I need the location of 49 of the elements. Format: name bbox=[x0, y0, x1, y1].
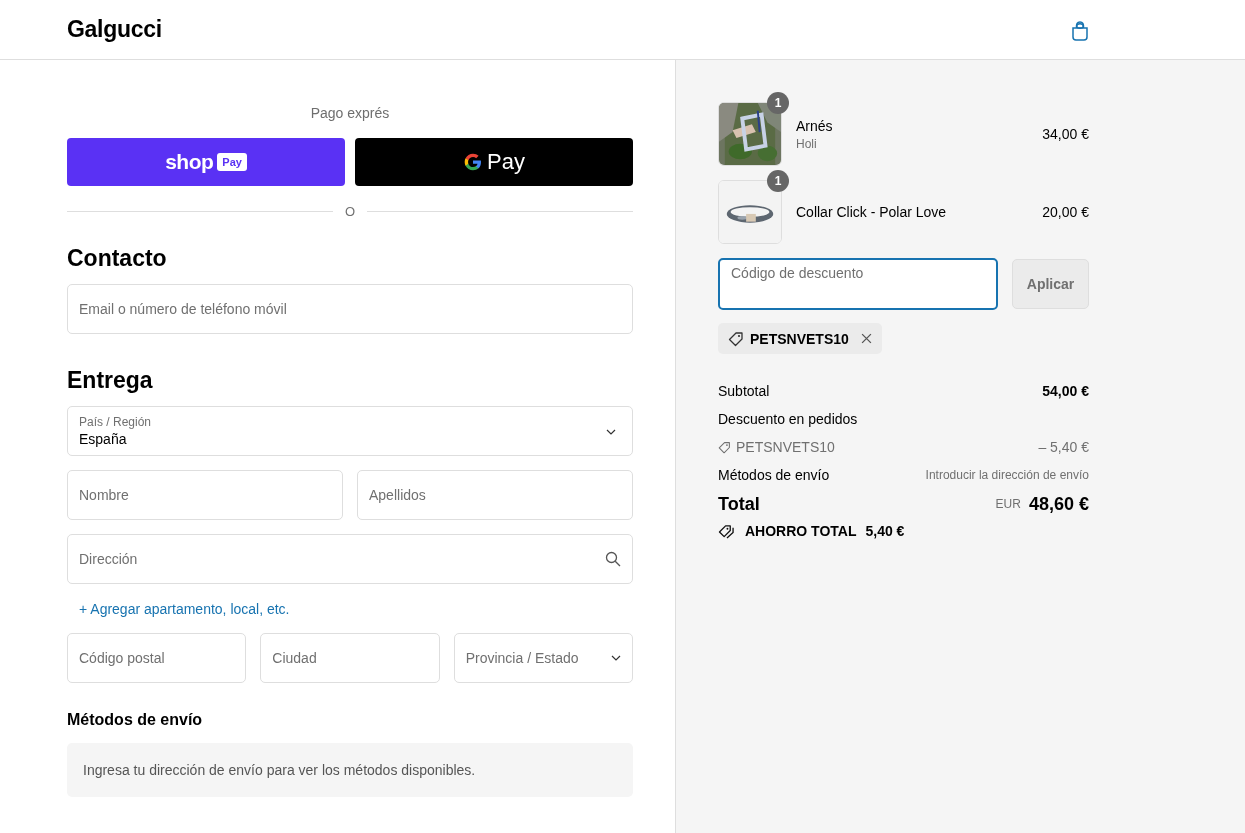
text-field[interactable]: Apellidos bbox=[357, 470, 633, 520]
summary-value: Introducir la dirección de envío bbox=[925, 468, 1089, 482]
discount-code: PETSNVETS10 bbox=[750, 330, 849, 347]
email-field[interactable]: Email o número de teléfono móvil bbox=[67, 284, 633, 334]
summary-value: 54,00 € bbox=[1042, 383, 1089, 399]
section-heading: Contacto bbox=[67, 245, 168, 272]
currency-code: EUR bbox=[995, 497, 1021, 511]
tag-icon bbox=[718, 440, 731, 454]
chevron-down-icon bbox=[606, 429, 616, 435]
summary-label: PETSNVETS10 bbox=[736, 439, 835, 455]
product-name: Collar Click - Polar Love bbox=[796, 204, 948, 220]
express-checkout-title: Pago exprés bbox=[309, 105, 391, 123]
quantity-badge: 1 bbox=[767, 170, 789, 192]
text-field[interactable]: Ciudad bbox=[260, 633, 440, 683]
total-amount: 48,60 € bbox=[1028, 493, 1089, 515]
total-savings-amount: 5,40 € bbox=[865, 523, 905, 539]
quantity-badge: 1 bbox=[767, 92, 789, 114]
product-variant: Holi bbox=[796, 136, 818, 151]
store-logo[interactable]: Galgucci bbox=[67, 16, 162, 43]
shipping-notice: Ingresa tu dirección de envío para ver los métodos disponibles. bbox=[67, 743, 633, 797]
close-icon[interactable] bbox=[860, 333, 872, 344]
add-address-line-link[interactable]: + Agregar apartamento, local, etc. bbox=[79, 601, 290, 617]
total-savings-label: AHORRO TOTAL bbox=[745, 523, 857, 539]
product-price: 20,00 € bbox=[1042, 204, 1089, 220]
country-select[interactable]: País / Región España bbox=[67, 406, 633, 456]
product-price: 34,00 € bbox=[1042, 126, 1089, 142]
text-field[interactable]: Código postal bbox=[67, 633, 247, 683]
text-field[interactable]: Nombre bbox=[67, 470, 343, 520]
section-heading: Entrega bbox=[67, 367, 154, 394]
apply-button[interactable]: Aplicar bbox=[1012, 259, 1089, 309]
address-field[interactable]: Dirección bbox=[67, 534, 633, 584]
search-icon[interactable] bbox=[605, 551, 621, 567]
discount-code-field[interactable]: Código de descuento bbox=[718, 258, 998, 310]
province-select[interactable]: Provincia / Estado bbox=[453, 633, 633, 683]
divider-label: O bbox=[344, 204, 356, 219]
product-name: Arnés bbox=[796, 117, 834, 134]
section-heading: Métodos de envío bbox=[67, 711, 204, 729]
summary-label: Métodos de envío bbox=[718, 467, 830, 483]
shopping-bag-icon[interactable] bbox=[1071, 18, 1089, 41]
summary-label: Descuento en pedidos bbox=[718, 411, 858, 427]
total-label: Total bbox=[718, 493, 760, 515]
google-g-icon bbox=[463, 152, 484, 172]
summary-value: – 5,40 € bbox=[1038, 439, 1089, 455]
tags-icon bbox=[718, 523, 735, 539]
tag-icon bbox=[728, 330, 744, 347]
google-pay-button[interactable]: Pay bbox=[355, 138, 633, 186]
summary-label: Subtotal bbox=[718, 383, 770, 399]
shop-pay-button[interactable]: shop Pay bbox=[67, 138, 345, 186]
chevron-down-icon bbox=[611, 655, 621, 661]
